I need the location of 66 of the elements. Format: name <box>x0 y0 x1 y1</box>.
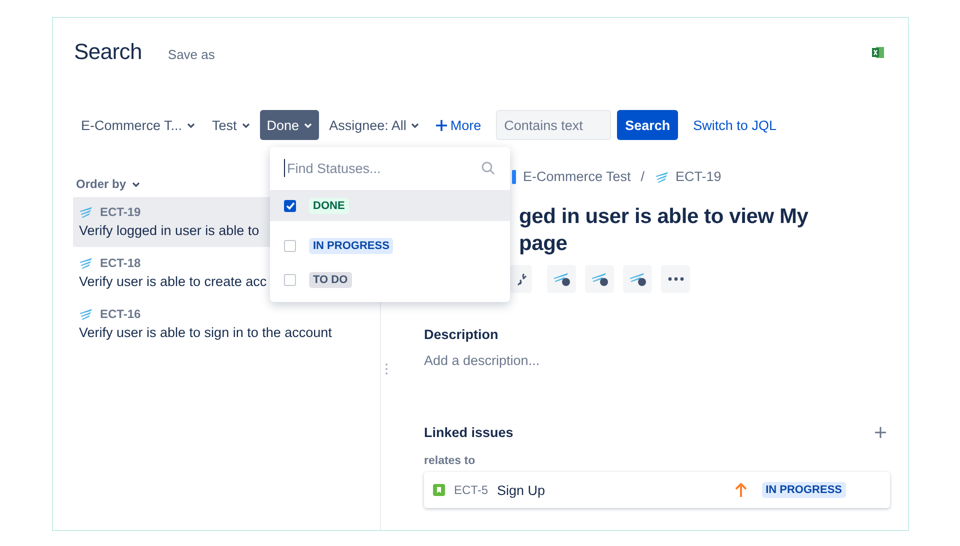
status-option[interactable]: TO DO <box>270 264 510 295</box>
app-button[interactable] <box>623 265 652 293</box>
project-icon <box>512 170 516 184</box>
search-icon <box>481 161 495 175</box>
issue-summary: Sign Up <box>497 482 546 498</box>
more-button[interactable]: More <box>429 110 488 140</box>
bookmark-icon <box>433 484 445 496</box>
linked-issue-card[interactable]: ECT-5 Sign Up IN PROGRESS <box>424 472 890 508</box>
arrow-up-icon <box>734 483 747 497</box>
filter-dropdown[interactable]: Test <box>205 110 257 140</box>
drag-handle-icon[interactable] <box>385 363 388 375</box>
issue-summary: Verify logged in user is able to <box>79 223 260 238</box>
filter-dropdown[interactable]: E-Commerce T... <box>74 110 202 140</box>
wing-icon <box>79 308 93 320</box>
more-actions-button[interactable] <box>661 265 690 293</box>
wing-icon <box>654 170 669 182</box>
order-by-button[interactable]: Order by <box>76 177 140 191</box>
status-option[interactable]: DONE <box>270 190 510 221</box>
search-field[interactable]: Contains text <box>496 110 612 140</box>
project-link[interactable]: E-Commerce Test <box>523 169 631 184</box>
status-lozenge: IN PROGRESS <box>309 238 394 254</box>
status-lozenge: IN PROGRESS <box>762 482 846 498</box>
issue-summary: Verify user is able to create acc <box>79 274 267 289</box>
chevron-down-icon <box>187 122 196 128</box>
issue-key: ECT-5 <box>454 483 488 497</box>
more-icon <box>668 277 684 281</box>
save-as-button[interactable]: Save as <box>168 46 215 62</box>
chevron-down-icon <box>132 180 140 188</box>
issue-link[interactable]: ECT-19 <box>676 169 722 184</box>
plus-icon <box>436 120 448 130</box>
wing-badge-icon <box>628 272 646 286</box>
description-prompt[interactable]: Add a description... <box>424 353 890 368</box>
checkbox[interactable] <box>284 200 296 212</box>
issue-key: ECT-19 <box>100 204 141 218</box>
add-icon[interactable] <box>875 427 886 438</box>
status-lozenge: DONE <box>309 198 349 214</box>
checkbox[interactable] <box>284 274 296 286</box>
wing-icon <box>79 206 93 218</box>
app-button[interactable] <box>585 265 614 293</box>
issue-row[interactable]: ECT-16 Verify user is able to sign in to the account <box>73 299 369 349</box>
spreadsheet-icon[interactable] <box>872 46 884 58</box>
relation-label: relates to <box>424 455 476 467</box>
section-heading: Description <box>424 327 500 342</box>
chevron-down-icon <box>242 122 250 128</box>
chevron-down-icon <box>411 122 420 128</box>
issue-title: page <box>519 231 568 257</box>
section-heading: Linked issues <box>424 425 514 440</box>
filter-dropdown[interactable]: Done <box>260 110 320 140</box>
wing-badge-icon <box>590 272 608 286</box>
status-lozenge: TO DO <box>309 272 352 288</box>
app-button[interactable] <box>547 265 576 293</box>
checkbox[interactable] <box>284 240 296 252</box>
filter-dropdown[interactable]: Assignee: All <box>322 110 426 140</box>
link-icon <box>516 272 528 286</box>
breadcrumb-separator: / <box>640 169 645 184</box>
chevron-down-icon <box>304 122 312 128</box>
page-title: Search <box>74 39 142 65</box>
issue-key: ECT-16 <box>100 306 141 320</box>
search-button[interactable]: Search <box>617 110 678 140</box>
wing-badge-icon <box>552 272 570 286</box>
issue-title: ged in user is able to view My <box>519 204 810 230</box>
wing-icon <box>79 256 93 268</box>
link-button[interactable] <box>510 265 532 293</box>
switch-to-jql-link[interactable]: Switch to JQL <box>693 118 776 132</box>
issue-summary: Verify user is able to sign in to the account <box>79 325 332 340</box>
issue-key: ECT-18 <box>100 256 141 270</box>
